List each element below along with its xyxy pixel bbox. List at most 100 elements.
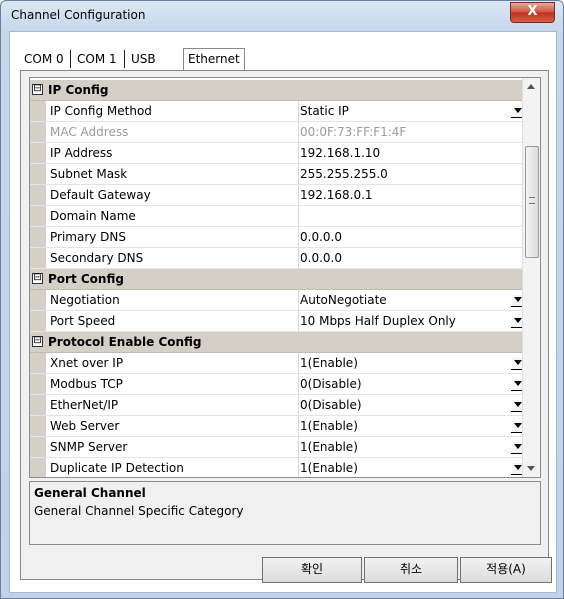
grip-icon (529, 197, 535, 204)
row-gutter (30, 248, 46, 268)
property-name: MAC Address (46, 122, 299, 142)
collapse-icon[interactable]: ⊟ (32, 84, 43, 95)
property-name: Subnet Mask (46, 164, 299, 184)
property-rows: ⊟ IP Config IP Config Method Static IP MAC A… (30, 80, 526, 477)
property-value[interactable]: 0(Disable) (300, 395, 520, 415)
property-row[interactable]: Domain Name (30, 206, 524, 227)
property-name: Default Gateway (46, 185, 299, 205)
dialog-buttons: 확인 취소 적용(A) (10, 557, 556, 587)
row-gutter (30, 101, 46, 121)
property-value[interactable]: 0.0.0.0 (300, 227, 520, 247)
property-value[interactable]: 192.168.1.10 (300, 143, 520, 163)
property-value[interactable] (300, 206, 520, 226)
row-gutter (30, 206, 46, 226)
property-value[interactable]: AutoNegotiate (300, 290, 520, 310)
property-value[interactable]: 1(Enable) (300, 416, 520, 436)
apply-button[interactable]: 적용(A) (460, 557, 552, 583)
close-icon: X (527, 4, 538, 19)
tab-com0[interactable]: COM 0 (20, 50, 68, 68)
property-value[interactable]: 1(Enable) (300, 353, 520, 373)
property-value[interactable]: 1(Enable) (300, 458, 520, 477)
tab-separator (70, 50, 71, 68)
row-gutter (30, 311, 46, 331)
tab-bar: COM 0 COM 1 USB Ethernet (20, 48, 540, 71)
category-header[interactable]: ⊟ Protocol Enable Config (30, 332, 524, 353)
property-row[interactable]: IP Config Method Static IP (30, 101, 526, 122)
property-value[interactable]: 0(Disable) (300, 374, 520, 394)
category-label: Port Config (48, 272, 124, 286)
property-row[interactable]: Negotiation AutoNegotiate (30, 290, 526, 311)
vertical-scrollbar[interactable] (522, 78, 540, 477)
property-row[interactable]: Xnet over IP 1(Enable) (30, 353, 526, 374)
tab-separator (124, 50, 125, 68)
property-row[interactable]: Modbus TCP 0(Disable) (30, 374, 526, 395)
property-name: Web Server (46, 416, 299, 436)
property-name: Modbus TCP (46, 374, 299, 394)
row-gutter (30, 227, 46, 247)
property-row[interactable]: EtherNet/IP 0(Disable) (30, 395, 526, 416)
row-gutter (30, 290, 46, 310)
property-value[interactable]: 0.0.0.0 (300, 248, 520, 268)
property-value[interactable]: 192.168.0.1 (300, 185, 520, 205)
property-row[interactable]: Web Server 1(Enable) (30, 416, 526, 437)
property-row[interactable]: SNMP Server 1(Enable) (30, 437, 526, 458)
row-gutter (30, 437, 46, 457)
property-row[interactable]: Primary DNS 0.0.0.0 (30, 227, 524, 248)
ok-button[interactable]: 확인 (262, 557, 362, 583)
property-name: Primary DNS (46, 227, 299, 247)
cancel-button[interactable]: 취소 (364, 557, 458, 583)
row-gutter (30, 164, 46, 184)
property-row[interactable]: Port Speed 10 Mbps Half Duplex Only (30, 311, 526, 332)
scroll-up-icon[interactable] (527, 84, 535, 89)
property-name: Secondary DNS (46, 248, 299, 268)
property-row[interactable]: MAC Address 00:0F:73:FF:F1:4F (30, 122, 524, 143)
property-row[interactable]: Subnet Mask 255.255.255.0 (30, 164, 524, 185)
ethernet-tab-panel: ⊟ IP Config IP Config Method Static IP MAC A… (20, 70, 549, 580)
property-row[interactable]: Default Gateway 192.168.0.1 (30, 185, 524, 206)
property-value[interactable]: 10 Mbps Half Duplex Only (300, 311, 520, 331)
row-gutter (30, 122, 46, 142)
description-panel: General Channel General Channel Specific… (29, 481, 541, 545)
property-name: IP Config Method (46, 101, 299, 121)
property-name: Port Speed (46, 311, 299, 331)
channel-config-window: Channel Configuration X COM 0 COM 1 USB … (0, 0, 564, 599)
close-button[interactable]: X (510, 2, 555, 23)
row-gutter (30, 185, 46, 205)
property-name: Domain Name (46, 206, 299, 226)
property-row[interactable]: IP Address 192.168.1.10 (30, 143, 524, 164)
property-name: SNMP Server (46, 437, 299, 457)
scroll-thumb[interactable] (525, 146, 539, 258)
scroll-down-icon[interactable] (527, 466, 535, 471)
collapse-icon[interactable]: ⊟ (32, 336, 43, 347)
tab-ethernet[interactable]: Ethernet (183, 48, 245, 71)
description-title: General Channel (34, 486, 146, 500)
property-row[interactable]: Secondary DNS 0.0.0.0 (30, 248, 524, 269)
dialog-client-area: COM 0 COM 1 USB Ethernet ⊟ IP Config IP Co… (9, 31, 557, 593)
category-label: IP Config (48, 83, 109, 97)
category-label: Protocol Enable Config (48, 335, 202, 349)
property-value[interactable]: Static IP (300, 101, 520, 121)
property-name: Negotiation (46, 290, 299, 310)
property-name: EtherNet/IP (46, 395, 299, 415)
category-header[interactable]: ⊟ IP Config (30, 80, 524, 101)
tab-com1[interactable]: COM 1 (73, 50, 121, 68)
property-value[interactable]: 255.255.255.0 (300, 164, 520, 184)
property-name: Duplicate IP Detection (46, 458, 299, 477)
row-gutter (30, 416, 46, 436)
row-gutter (30, 353, 46, 373)
title-bar[interactable]: Channel Configuration X (1, 1, 563, 31)
row-gutter (30, 458, 46, 477)
row-gutter (30, 395, 46, 415)
category-header[interactable]: ⊟ Port Config (30, 269, 524, 290)
property-name: IP Address (46, 143, 299, 163)
row-gutter (30, 143, 46, 163)
property-name: Xnet over IP (46, 353, 299, 373)
tab-usb[interactable]: USB (127, 50, 160, 68)
collapse-icon[interactable]: ⊟ (32, 273, 43, 284)
property-row[interactable]: Duplicate IP Detection 1(Enable) (30, 458, 526, 477)
property-grid: ⊟ IP Config IP Config Method Static IP MAC A… (29, 77, 541, 478)
window-title: Channel Configuration (11, 8, 146, 22)
row-gutter (30, 374, 46, 394)
description-text: General Channel Specific Category (34, 504, 244, 518)
property-value[interactable]: 1(Enable) (300, 437, 520, 457)
